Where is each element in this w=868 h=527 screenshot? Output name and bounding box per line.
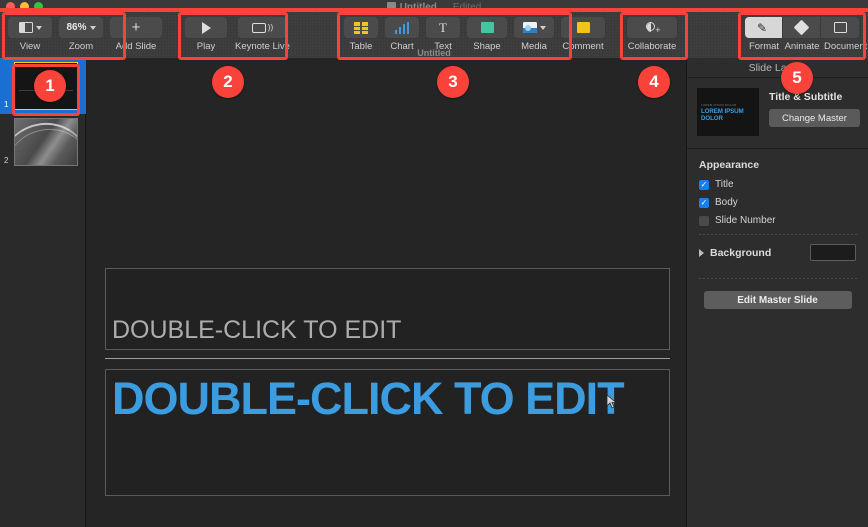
annotation-badge-1: 1 [34, 70, 66, 102]
tab-animate[interactable] [783, 17, 821, 38]
checkbox-body[interactable] [699, 197, 709, 208]
slide-thumb-photo [14, 118, 78, 166]
background-color-swatch[interactable] [810, 244, 856, 261]
background-label: Background [710, 246, 772, 259]
tab-document[interactable] [821, 17, 859, 38]
annotation-badge-5: 5 [781, 62, 813, 94]
chevron-down-icon [35, 25, 42, 30]
comment-icon [576, 22, 590, 33]
checkbox-title[interactable] [699, 179, 709, 190]
format-brush-icon: ✎ [757, 20, 768, 35]
chart-icon [395, 21, 409, 34]
annotation-badge-2: 2 [212, 66, 244, 98]
inspector-segmented-control[interactable]: ✎ [745, 17, 859, 38]
slide-number-label: 2 [4, 156, 9, 165]
chevron-down-icon [539, 25, 546, 30]
media-icon [522, 22, 537, 33]
title-body-divider [105, 358, 670, 359]
slide-content: DOUBLE-CLICK TO EDIT DOUBLE-CLICK TO EDI… [105, 268, 670, 496]
title-placeholder-text: DOUBLE-CLICK TO EDIT [112, 316, 402, 344]
slide-number-label: 1 [4, 100, 9, 109]
collaborate-icon: + [645, 21, 661, 35]
checkbox-label-title: Title [715, 179, 734, 190]
appearance-option-title[interactable]: Title [699, 179, 868, 190]
format-inspector-panel: Slide Layout LOREM IPSUM DOLOR LOREM IPS… [686, 58, 868, 527]
edit-master-slide-button[interactable]: Edit Master Slide [703, 291, 852, 309]
appearance-option-body[interactable]: Body [699, 197, 868, 208]
text-icon: T [439, 20, 447, 35]
plus-icon: + [131, 19, 141, 36]
play-icon [201, 21, 211, 34]
animate-diamond-icon [793, 19, 810, 36]
appearance-option-slide-number[interactable]: Slide Number [699, 215, 868, 226]
body-placeholder[interactable]: DOUBLE-CLICK TO EDIT [105, 369, 670, 496]
change-master-button[interactable]: Change Master [769, 109, 860, 127]
master-kind-label: Title & Subtitle [769, 91, 843, 103]
chevron-down-icon [89, 25, 96, 30]
table-icon [354, 21, 368, 34]
mouse-cursor [606, 394, 617, 409]
appearance-section: Appearance Title Body Slide Number [687, 149, 868, 226]
view-panes-icon [18, 22, 33, 33]
master-thumb-small-text: LOREM IPSUM DOLOR [701, 102, 737, 107]
annotation-badge-3: 3 [437, 66, 469, 98]
body-placeholder-text: DOUBLE-CLICK TO EDIT [112, 373, 625, 424]
appearance-title: Appearance [699, 159, 760, 171]
inspector-divider-2 [699, 278, 858, 279]
master-details: Title & Subtitle Change Master [769, 88, 860, 136]
slide-navigator[interactable]: 1 2 [0, 58, 86, 527]
keynote-window: Untitled Edited View 86% Zoom + Add Slid… [0, 0, 868, 527]
disclosure-triangle-icon[interactable] [699, 248, 704, 257]
workspace: 1 2 DOUBLE-CLICK TO EDIT DOUBLE-CLICK TO… [0, 58, 868, 527]
title-placeholder[interactable]: DOUBLE-CLICK TO EDIT [105, 268, 670, 350]
master-thumb-big-text: LOREM IPSUM DOLOR [701, 107, 744, 122]
shape-icon [480, 22, 494, 33]
slide-master-row: LOREM IPSUM DOLOR LOREM IPSUM DOLOR Titl… [687, 78, 868, 149]
background-row[interactable]: Background [687, 235, 868, 270]
annotation-badge-4: 4 [638, 66, 670, 98]
document-icon [833, 22, 847, 33]
annotation-edge-top [0, 8, 868, 12]
checkbox-slide-number[interactable] [699, 215, 709, 226]
inspector-header: Slide Layout [687, 58, 868, 78]
master-thumbnail[interactable]: LOREM IPSUM DOLOR LOREM IPSUM DOLOR [697, 88, 759, 136]
zoom-level-value: 86% [66, 22, 87, 33]
tab-format[interactable]: ✎ [745, 17, 783, 38]
slide-thumbnail-2[interactable]: 2 [0, 114, 86, 170]
slide-canvas-area[interactable]: DOUBLE-CLICK TO EDIT DOUBLE-CLICK TO EDI… [87, 58, 686, 527]
checkbox-label-body: Body [715, 197, 738, 208]
keynote-live-icon: )) [251, 22, 273, 33]
checkbox-label-slide-number: Slide Number [715, 215, 776, 226]
